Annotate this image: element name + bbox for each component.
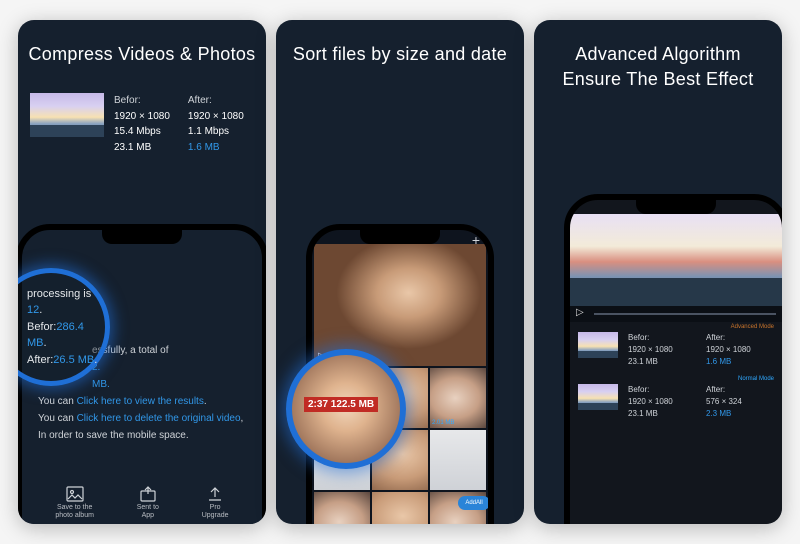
mode-label-normal: Normal Mode [570, 374, 782, 382]
mode-label-advanced: Advanced Mode [570, 322, 782, 330]
phone-notch [102, 230, 182, 244]
grid-cell[interactable] [372, 492, 428, 524]
phone-frame-3: Advanced Mode Befor: 1920 × 1080 23.1 MB… [564, 194, 782, 524]
upload-icon [206, 486, 224, 502]
video-preview[interactable] [570, 214, 782, 306]
thumb [578, 332, 618, 358]
normal-mode-row: Befor: 1920 × 1080 23.1 MB After: 576 × … [570, 382, 782, 426]
delete-original-link[interactable]: Click here to delete the original video [77, 413, 241, 424]
save-to-album-button[interactable]: Save to the photo album [55, 486, 94, 520]
grid-hero-cell[interactable]: ▷ [314, 244, 486, 366]
view-results-link[interactable]: Click here to view the results [77, 396, 204, 407]
pro-upgrade-button[interactable]: Pro Upgrade [202, 486, 229, 520]
promo-panel-1: Compress Videos & Photos Befor: 1920 × 1… [18, 20, 266, 524]
before-column: Befor: 1920 × 1080 15.4 Mbps 23.1 MB [114, 93, 170, 155]
promo-panel-3: Advanced Algorithm Ensure The Best Effec… [534, 20, 782, 524]
playback-bar[interactable] [570, 306, 782, 322]
phone-frame-1: processing is 12. Befor:286.4 MB. After:… [18, 224, 266, 524]
headline-3: Advanced Algorithm Ensure The Best Effec… [534, 20, 782, 92]
share-icon [139, 486, 157, 502]
image-icon [66, 486, 84, 502]
sample-thumbnail [30, 93, 104, 137]
after-column: After: 1920 × 1080 1.1 Mbps 1.6 MB [188, 93, 244, 155]
thumb [578, 384, 618, 410]
promo-panel-2: Sort files by size and date + ▷ 2.03 MB … [276, 20, 524, 524]
item-highlight-circle: 2:37 122.5 MB [286, 349, 406, 469]
bottom-toolbar: Save to the photo album Sent to App Pro … [34, 486, 250, 520]
duration-size-tag: 2:37 122.5 MB [304, 397, 378, 412]
sent-to-app-button[interactable]: Sent to App [137, 486, 159, 520]
phone-notch [636, 200, 716, 214]
headline-1: Compress Videos & Photos [18, 20, 266, 67]
advanced-mode-row: Befor: 1920 × 1080 23.1 MB After: 1920 ×… [570, 330, 782, 374]
add-all-button[interactable]: AddAll [458, 496, 490, 510]
grid-cell[interactable]: 2.01 MB [430, 368, 486, 428]
compression-comparison: Befor: 1920 × 1080 15.4 Mbps 23.1 MB Aft… [30, 93, 254, 155]
headline-2: Sort files by size and date [276, 20, 524, 67]
grid-cell[interactable] [430, 430, 486, 490]
grid-cell[interactable] [314, 492, 370, 524]
